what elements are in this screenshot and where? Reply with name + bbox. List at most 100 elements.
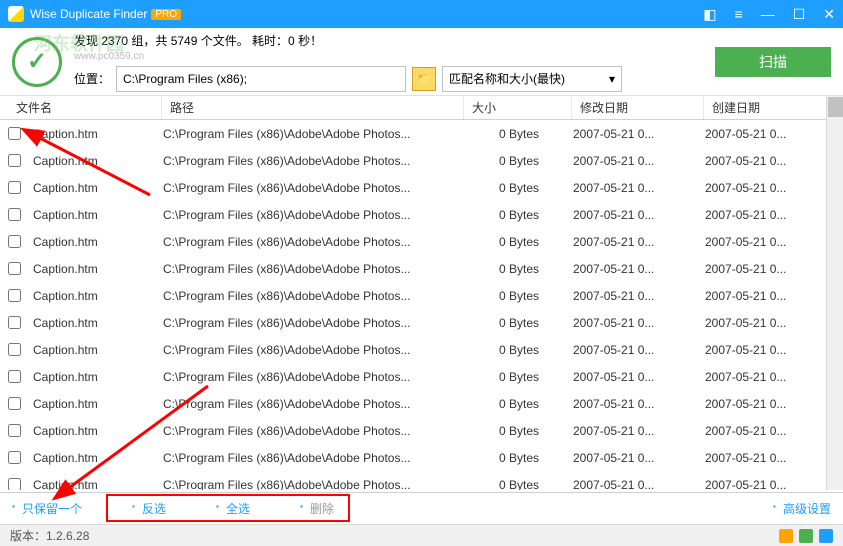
delete-link[interactable]: 删除 bbox=[300, 500, 334, 517]
cell-path: C:\Program Files (x86)\Adobe\Adobe Photo… bbox=[163, 181, 465, 195]
cell-filename: Caption.htm bbox=[33, 127, 163, 141]
row-checkbox[interactable] bbox=[8, 451, 21, 464]
scan-button[interactable]: 扫描 bbox=[715, 47, 831, 77]
invert-selection-link[interactable]: 反选 bbox=[132, 500, 166, 517]
table-row[interactable]: Caption.htmC:\Program Files (x86)\Adobe\… bbox=[0, 444, 843, 471]
cell-size: 0 Bytes bbox=[465, 262, 573, 276]
chevron-down-icon: ▾ bbox=[609, 72, 615, 86]
menu-icon[interactable]: ≡ bbox=[735, 6, 743, 22]
cell-modified: 2007-05-21 0... bbox=[573, 316, 705, 330]
cell-path: C:\Program Files (x86)\Adobe\Adobe Photo… bbox=[163, 208, 465, 222]
close-icon[interactable]: ✕ bbox=[823, 6, 835, 23]
table-row[interactable]: Caption.htmC:\Program Files (x86)\Adobe\… bbox=[0, 147, 843, 174]
col-filename[interactable]: 文件名 bbox=[8, 96, 162, 119]
keep-one-link[interactable]: 只保留一个 bbox=[12, 500, 82, 517]
cell-created: 2007-05-21 0... bbox=[705, 478, 786, 491]
cell-filename: Caption.htm bbox=[33, 424, 163, 438]
row-checkbox[interactable] bbox=[8, 316, 21, 329]
row-checkbox[interactable] bbox=[8, 397, 21, 410]
cell-created: 2007-05-21 0... bbox=[705, 208, 786, 222]
table-row[interactable]: Caption.htmC:\Program Files (x86)\Adobe\… bbox=[0, 201, 843, 228]
cell-size: 0 Bytes bbox=[465, 478, 573, 491]
row-checkbox[interactable] bbox=[8, 235, 21, 248]
watermark-text: 河东软件园 bbox=[34, 30, 124, 56]
cell-size: 0 Bytes bbox=[465, 235, 573, 249]
cell-modified: 2007-05-21 0... bbox=[573, 397, 705, 411]
cell-size: 0 Bytes bbox=[465, 289, 573, 303]
table-row[interactable]: Caption.htmC:\Program Files (x86)\Adobe\… bbox=[0, 336, 843, 363]
table-row[interactable]: Caption.htmC:\Program Files (x86)\Adobe\… bbox=[0, 390, 843, 417]
row-checkbox[interactable] bbox=[8, 127, 21, 140]
table-row[interactable]: Caption.htmC:\Program Files (x86)\Adobe\… bbox=[0, 309, 843, 336]
table-row[interactable]: Caption.htmC:\Program Files (x86)\Adobe\… bbox=[0, 471, 843, 490]
cell-path: C:\Program Files (x86)\Adobe\Adobe Photo… bbox=[163, 397, 465, 411]
cell-modified: 2007-05-21 0... bbox=[573, 154, 705, 168]
cell-filename: Caption.htm bbox=[33, 181, 163, 195]
minimize-icon[interactable]: — bbox=[761, 6, 775, 22]
tray-icon-1[interactable] bbox=[779, 529, 793, 543]
folder-icon: 📁 bbox=[417, 72, 432, 86]
cell-filename: Caption.htm bbox=[33, 451, 163, 465]
row-checkbox[interactable] bbox=[8, 289, 21, 302]
cell-modified: 2007-05-21 0... bbox=[573, 289, 705, 303]
pro-badge: PRO bbox=[151, 9, 181, 20]
row-checkbox[interactable] bbox=[8, 262, 21, 275]
tray-icon-2[interactable] bbox=[799, 529, 813, 543]
app-logo-icon bbox=[8, 6, 24, 22]
cell-modified: 2007-05-21 0... bbox=[573, 208, 705, 222]
match-mode-select[interactable]: 匹配名称和大小(最快) ▾ bbox=[442, 66, 622, 92]
cell-modified: 2007-05-21 0... bbox=[573, 451, 705, 465]
cell-modified: 2007-05-21 0... bbox=[573, 370, 705, 384]
advanced-settings-link[interactable]: 高级设置 bbox=[773, 500, 831, 517]
feedback-icon[interactable]: ◧ bbox=[703, 6, 716, 23]
column-headers: 文件名 路径 大小 修改日期 创建日期 bbox=[0, 96, 843, 120]
cell-created: 2007-05-21 0... bbox=[705, 397, 786, 411]
row-checkbox[interactable] bbox=[8, 478, 21, 490]
table-row[interactable]: Caption.htmC:\Program Files (x86)\Adobe\… bbox=[0, 417, 843, 444]
browse-folder-button[interactable]: 📁 bbox=[412, 67, 436, 91]
row-checkbox[interactable] bbox=[8, 154, 21, 167]
table-row[interactable]: Caption.htmC:\Program Files (x86)\Adobe\… bbox=[0, 120, 843, 147]
row-checkbox[interactable] bbox=[8, 343, 21, 356]
cell-size: 0 Bytes bbox=[465, 208, 573, 222]
cell-path: C:\Program Files (x86)\Adobe\Adobe Photo… bbox=[163, 451, 465, 465]
cell-modified: 2007-05-21 0... bbox=[573, 262, 705, 276]
table-row[interactable]: Caption.htmC:\Program Files (x86)\Adobe\… bbox=[0, 282, 843, 309]
select-all-link[interactable]: 全选 bbox=[216, 500, 250, 517]
maximize-icon[interactable]: ☐ bbox=[793, 6, 806, 23]
path-input[interactable] bbox=[116, 66, 406, 92]
cell-created: 2007-05-21 0... bbox=[705, 154, 786, 168]
cell-modified: 2007-05-21 0... bbox=[573, 127, 705, 141]
cell-created: 2007-05-21 0... bbox=[705, 289, 786, 303]
cell-filename: Caption.htm bbox=[33, 316, 163, 330]
tray-icon-3[interactable] bbox=[819, 529, 833, 543]
scrollbar-thumb[interactable] bbox=[828, 97, 843, 117]
col-size[interactable]: 大小 bbox=[464, 96, 572, 119]
scrollbar[interactable] bbox=[826, 96, 843, 490]
row-checkbox[interactable] bbox=[8, 424, 21, 437]
row-checkbox[interactable] bbox=[8, 208, 21, 221]
row-checkbox[interactable] bbox=[8, 181, 21, 194]
cell-created: 2007-05-21 0... bbox=[705, 451, 786, 465]
cell-filename: Caption.htm bbox=[33, 343, 163, 357]
table-row[interactable]: Caption.htmC:\Program Files (x86)\Adobe\… bbox=[0, 228, 843, 255]
titlebar: Wise Duplicate Finder PRO ◧ ≡ — ☐ ✕ bbox=[0, 0, 843, 28]
cell-created: 2007-05-21 0... bbox=[705, 316, 786, 330]
table-row[interactable]: Caption.htmC:\Program Files (x86)\Adobe\… bbox=[0, 363, 843, 390]
cell-created: 2007-05-21 0... bbox=[705, 127, 786, 141]
cell-path: C:\Program Files (x86)\Adobe\Adobe Photo… bbox=[163, 424, 465, 438]
col-modified[interactable]: 修改日期 bbox=[572, 96, 704, 119]
row-checkbox[interactable] bbox=[8, 370, 21, 383]
cell-modified: 2007-05-21 0... bbox=[573, 478, 705, 491]
table-row[interactable]: Caption.htmC:\Program Files (x86)\Adobe\… bbox=[0, 174, 843, 201]
cell-path: C:\Program Files (x86)\Adobe\Adobe Photo… bbox=[163, 127, 465, 141]
col-path[interactable]: 路径 bbox=[162, 96, 464, 119]
cell-created: 2007-05-21 0... bbox=[705, 181, 786, 195]
col-created[interactable]: 创建日期 bbox=[704, 96, 843, 119]
cell-size: 0 Bytes bbox=[465, 343, 573, 357]
cell-filename: Caption.htm bbox=[33, 289, 163, 303]
footer-toolbar: 只保留一个 反选 全选 删除 高级设置 bbox=[0, 492, 843, 524]
cell-path: C:\Program Files (x86)\Adobe\Adobe Photo… bbox=[163, 478, 465, 491]
app-title: Wise Duplicate Finder bbox=[30, 7, 147, 21]
table-row[interactable]: Caption.htmC:\Program Files (x86)\Adobe\… bbox=[0, 255, 843, 282]
